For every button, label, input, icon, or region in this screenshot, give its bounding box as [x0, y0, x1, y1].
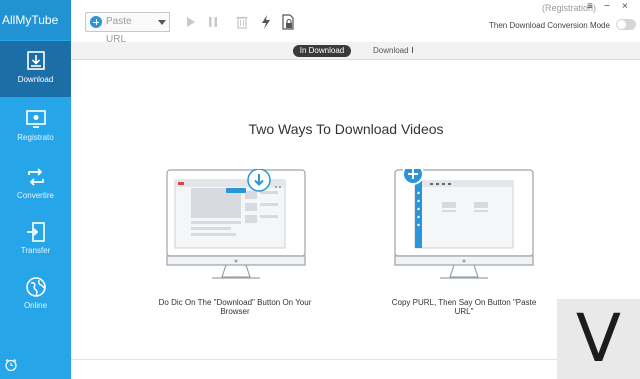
tab-indicator-icon	[411, 47, 413, 53]
paste-url-button[interactable]: Paste URL	[85, 12, 155, 45]
sidebar-item-transfer[interactable]: Transfer	[0, 212, 71, 268]
tab-bar: In Download Download	[71, 42, 640, 60]
sidebar-item-label: Convertire	[17, 191, 54, 200]
sidebar-item-label: Registrato	[17, 133, 54, 142]
sidebar-item-label: Online	[23, 301, 48, 310]
watermark-letter: V	[575, 300, 622, 377]
sidebar-item-label: Download	[17, 75, 54, 84]
download-icon	[26, 51, 45, 70]
sidebar-item-online[interactable]: Online	[0, 267, 71, 323]
sidebar: AllMyTube Download Registrato Convertire…	[0, 0, 71, 379]
divider	[71, 359, 640, 360]
sidebar-item-convert[interactable]: Convertire	[0, 157, 71, 213]
lock-file-icon[interactable]	[281, 14, 295, 30]
close-icon[interactable]: ×	[622, 1, 628, 12]
plus-icon	[90, 16, 102, 28]
paste-url-label: Paste URL	[106, 16, 132, 45]
page-title: Two Ways To Download Videos	[248, 121, 444, 137]
menu-icon[interactable]: ≡	[587, 1, 593, 12]
app-title: AllMyTube	[0, 0, 71, 40]
tab-downloaded[interactable]: Download	[373, 45, 413, 57]
alarm-clock-icon[interactable]	[4, 358, 18, 372]
conversion-mode-label: Then Download Conversion Mode	[489, 21, 610, 30]
right-caption: Copy PURL, Then Say On Button "Paste URL…	[391, 298, 537, 316]
lightning-icon[interactable]	[259, 14, 273, 30]
conversion-mode-toggle[interactable]	[616, 19, 636, 30]
pause-icon[interactable]	[206, 14, 220, 30]
left-caption: Do Dic On The "Download" Button On Your …	[158, 298, 312, 316]
monitor-record-icon	[25, 110, 46, 128]
trash-icon[interactable]	[235, 14, 249, 30]
paste-url-illustration	[394, 169, 534, 279]
tab-downloaded-label: Download	[373, 46, 409, 55]
watermark-logo: V	[557, 299, 640, 379]
toolbar: Paste URL (Registration) ≡ − × Then Down…	[71, 0, 640, 45]
minimize-icon[interactable]: −	[604, 1, 610, 12]
transfer-icon	[26, 222, 45, 242]
browser-download-illustration	[166, 169, 306, 279]
sidebar-item-record[interactable]: Registrato	[0, 99, 71, 155]
sidebar-item-download[interactable]: Download	[0, 41, 71, 97]
tab-in-download[interactable]: In Download	[293, 45, 351, 57]
paste-url-dropdown-button[interactable]	[154, 12, 170, 32]
globe-icon	[25, 277, 46, 297]
play-icon[interactable]	[184, 14, 198, 30]
main-panel: Two Ways To Download Videos Do Dic On Th…	[71, 60, 640, 379]
sidebar-item-label: Transfer	[20, 246, 51, 255]
convert-icon	[27, 168, 44, 186]
